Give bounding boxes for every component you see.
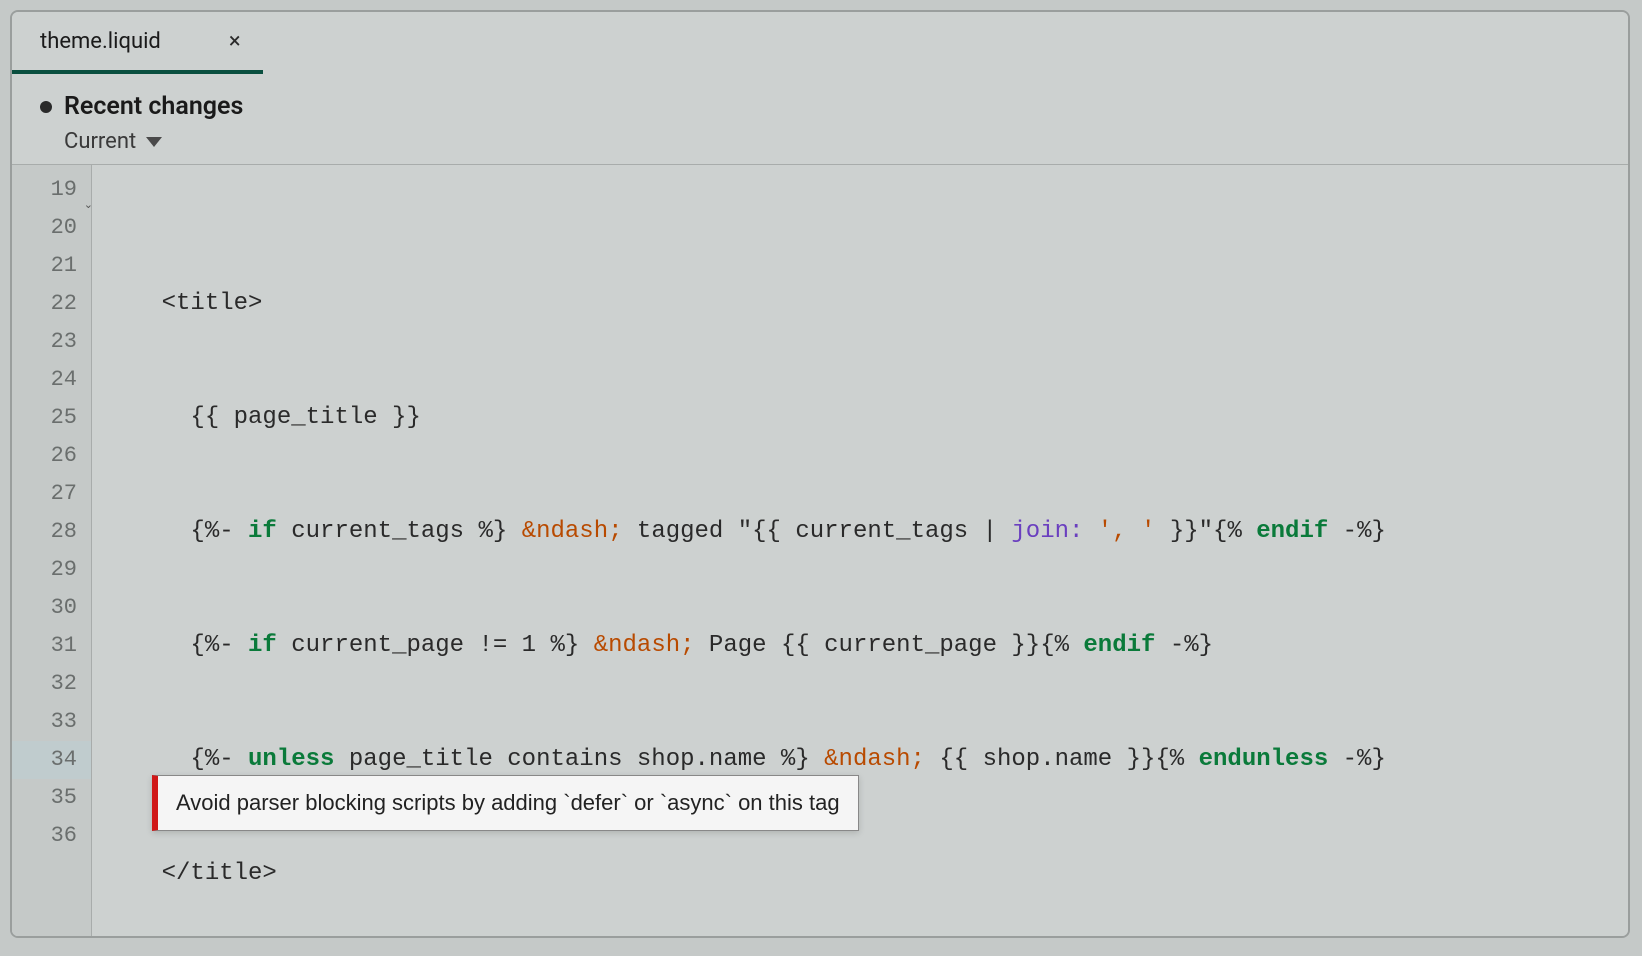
editor-window: theme.liquid × Recent changes Current 19… <box>10 10 1630 938</box>
sub-header: Recent changes Current <box>12 74 1628 165</box>
line-number: 25 <box>12 399 91 437</box>
line-number: 31 <box>12 627 91 665</box>
line-number: 22 <box>12 285 91 323</box>
lint-message: Avoid parser blocking scripts by adding … <box>176 790 840 815</box>
line-number: 32 <box>12 665 91 703</box>
code-editor[interactable]: 19⌄2021222324252627282930313233343536 <t… <box>12 165 1628 938</box>
code-area[interactable]: <title> {{ page_title }} {%- if current_… <box>92 165 1628 938</box>
line-number: 24 <box>12 361 91 399</box>
line-number: 35 <box>12 779 91 817</box>
line-number: 34 <box>12 741 91 779</box>
line-number: 27 <box>12 475 91 513</box>
code-line[interactable]: <title> <box>100 285 1628 323</box>
line-number: 21 <box>12 247 91 285</box>
code-line[interactable]: </title> <box>100 855 1628 893</box>
recent-changes-label: Recent changes <box>64 92 243 121</box>
line-number: 33 <box>12 703 91 741</box>
version-dropdown[interactable]: Current <box>32 129 1608 154</box>
line-number: 20 <box>12 209 91 247</box>
tab-filename: theme.liquid <box>40 29 161 54</box>
recent-changes-row: Recent changes <box>32 92 1608 121</box>
line-number: 29 <box>12 551 91 589</box>
line-number: 19⌄ <box>12 171 91 209</box>
line-number: 23 <box>12 323 91 361</box>
tab-bar: theme.liquid × <box>12 12 1628 74</box>
code-line[interactable]: {%- unless page_title contains shop.name… <box>100 741 1628 779</box>
line-number: 30 <box>12 589 91 627</box>
bullet-icon <box>40 101 52 113</box>
chevron-down-icon <box>146 137 162 147</box>
close-icon[interactable]: × <box>229 29 241 54</box>
code-line[interactable]: {%- if current_page != 1 %} &ndash; Page… <box>100 627 1628 665</box>
code-line[interactable]: {{ page_title }} <box>100 399 1628 437</box>
line-number: 36 <box>12 817 91 855</box>
code-line[interactable]: {%- if current_tags %} &ndash; tagged "{… <box>100 513 1628 551</box>
line-number: 26 <box>12 437 91 475</box>
line-number: 28 <box>12 513 91 551</box>
current-version-label: Current <box>64 129 136 154</box>
line-number-gutter: 19⌄2021222324252627282930313233343536 <box>12 165 92 938</box>
lint-tooltip: Avoid parser blocking scripts by adding … <box>152 775 859 831</box>
file-tab[interactable]: theme.liquid × <box>12 12 263 74</box>
